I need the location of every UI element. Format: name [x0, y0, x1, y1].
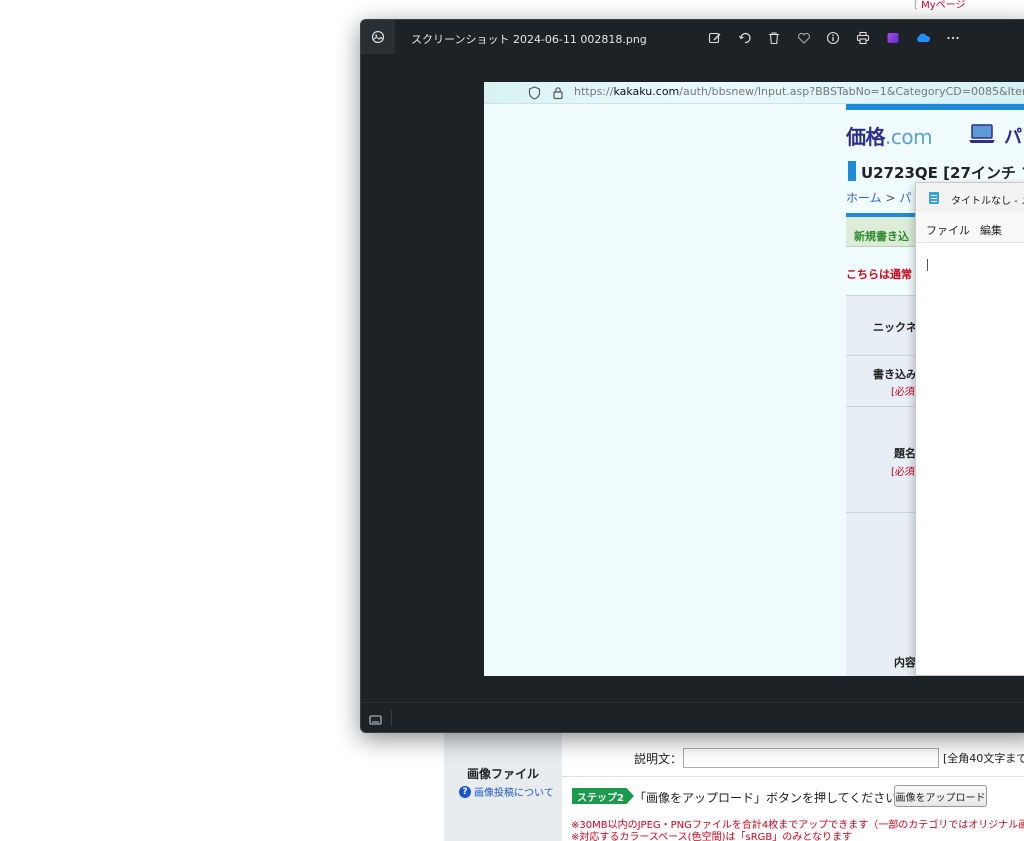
form-label-column — [846, 295, 926, 676]
product-title-bar: U2723QE [27インチ プラ — [846, 161, 1024, 182]
url-domain: kakaku.com — [613, 85, 680, 98]
bottom-separator — [391, 710, 392, 726]
browser-address-bar: https://kakaku.com/auth/bbsnew/Input.asp… — [484, 82, 1024, 104]
desktop: [ Myページ 説明文： [全角40文字まで 画像ファイル ? 画像投稿について… — [0, 0, 1024, 841]
lock-icon — [552, 85, 564, 104]
notepad-icon — [929, 192, 939, 204]
upload-note-colorspace: ※対応するカラースペース(色空間)は「sRGB」のみとなります — [571, 832, 852, 841]
notice-text: こちらは通常 — [846, 268, 912, 281]
page-header-stripe — [846, 104, 1024, 110]
breadcrumb-home[interactable]: ホーム — [846, 191, 882, 205]
image-help-link[interactable]: ? 画像投稿について — [459, 784, 554, 799]
text-caret — [927, 259, 928, 271]
step2-badge: ステップ2 — [572, 788, 634, 804]
image-file-label: 画像ファイル — [466, 767, 539, 781]
nickname-label: ニックネ — [873, 321, 917, 334]
notepad-menu-edit[interactable]: 編集 — [980, 222, 1002, 238]
url-path: /auth/bbsnew/Input.asp?BBSTabNo=1&Catego… — [679, 85, 1024, 98]
info-icon[interactable] — [824, 29, 842, 47]
breadcrumb: ホーム > パ — [846, 189, 911, 206]
shield-icon — [528, 85, 541, 104]
breadcrumb-category[interactable]: パ — [899, 191, 911, 205]
subject-label: 題名 — [894, 447, 916, 460]
clipchamp-icon[interactable] — [884, 29, 902, 47]
notepad-title: タイトルなし - メモ — [951, 196, 1024, 207]
description-label: 説明文： — [634, 752, 683, 766]
viewer-image: https://kakaku.com/auth/bbsnew/Input.asp… — [484, 82, 1024, 676]
delete-icon[interactable] — [765, 29, 783, 47]
logo-dot-com: .com — [885, 125, 933, 149]
upload-image-button[interactable]: 画像をアップロード — [894, 785, 987, 807]
bracket-text: [ — [914, 0, 918, 11]
mypage-label: Myページ — [921, 0, 966, 11]
onedrive-icon[interactable] — [914, 29, 932, 47]
notepad-title-bar: タイトルなし - メモ — [916, 183, 1024, 213]
url-prefix: https:// — [574, 85, 614, 98]
rotate-icon[interactable] — [736, 29, 754, 47]
logo-main: 価格 — [846, 125, 886, 149]
viewer-filename: スクリーンショット 2024-06-11 002818.png — [411, 33, 647, 46]
step2-text: 「画像をアップロード」ボタンを押してください。 — [634, 791, 910, 805]
description-input[interactable] — [683, 748, 939, 768]
post-type-required: [必須 — [891, 387, 915, 398]
edit-icon[interactable] — [706, 29, 724, 47]
kakaku-logo: 価格.com — [846, 121, 933, 150]
breadcrumb-separator: > — [885, 191, 896, 205]
viewer-bottom-bar — [361, 702, 1024, 732]
question-icon: ? — [459, 785, 471, 798]
photos-viewer-window: スクリーンショット 2024-06-11 002818.png https://… — [360, 19, 1024, 733]
form-divider — [562, 776, 1024, 777]
print-icon[interactable] — [854, 29, 872, 47]
category-label: パ — [1004, 127, 1022, 148]
title-marker — [848, 161, 856, 181]
mypage-link[interactable]: [ Myページ — [914, 0, 965, 11]
notepad-window: タイトルなし - メモ ファイル 編集 — [915, 182, 1024, 676]
laptop-icon — [968, 123, 996, 149]
notepad-menu-bar: ファイル 編集 — [916, 213, 1024, 243]
product-title: U2723QE [27インチ プラ — [861, 164, 1024, 182]
url-text: https://kakaku.com/auth/bbsnew/Input.asp… — [574, 85, 1024, 98]
photos-app-icon[interactable] — [361, 20, 395, 54]
description-limit: [全角40文字まで — [943, 752, 1024, 765]
viewer-title-bar: スクリーンショット 2024-06-11 002818.png — [361, 20, 1024, 56]
filmstrip-icon[interactable] — [369, 711, 382, 730]
tab-new-post[interactable]: 新規書き込 — [854, 228, 909, 244]
form-label-column — [444, 725, 562, 841]
more-icon[interactable] — [944, 29, 962, 47]
content-label: 内容 — [894, 656, 916, 669]
subject-required: [必須 — [891, 467, 915, 478]
notepad-menu-file[interactable]: ファイル — [926, 222, 970, 238]
favorite-icon[interactable] — [795, 29, 813, 47]
image-help-label: 画像投稿について — [474, 788, 554, 799]
post-type-label: 書き込み — [873, 368, 917, 381]
